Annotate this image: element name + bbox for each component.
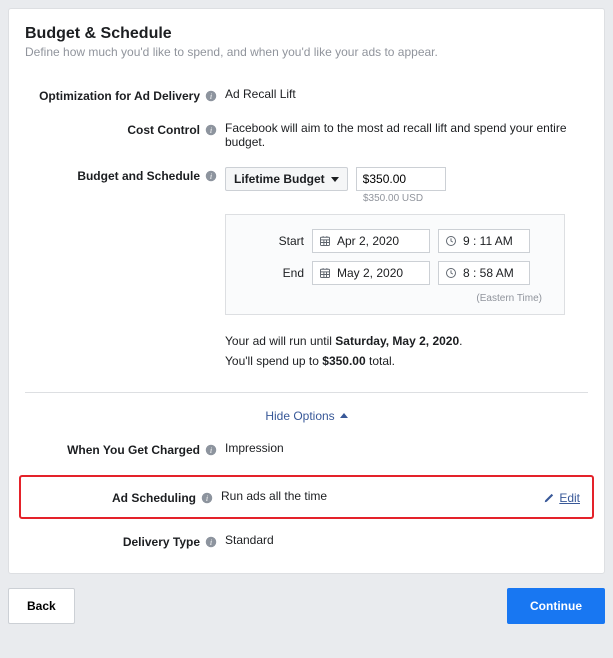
charged-label: When You Get Charged — [67, 443, 200, 457]
ad-scheduling-row: Ad Scheduling i Run ads all the time — [21, 489, 582, 505]
footer-actions: Back Continue — [8, 588, 605, 624]
section-subtitle: Define how much you'd like to spend, and… — [25, 45, 588, 59]
info-icon[interactable]: i — [201, 492, 213, 504]
section-title: Budget & Schedule — [25, 25, 588, 43]
budget-amount-input[interactable] — [356, 167, 446, 191]
schedule-box: Start Apr 2, 2020 9 : 11 AM — [225, 214, 565, 315]
start-time-input[interactable]: 9 : 11 AM — [438, 229, 530, 253]
charged-row: When You Get Charged i Impression — [25, 441, 588, 457]
clock-icon — [445, 235, 457, 247]
start-date-input[interactable]: Apr 2, 2020 — [312, 229, 430, 253]
end-label: End — [244, 266, 304, 280]
budget-schedule-row: Budget and Schedule i Lifetime Budget $3… — [25, 167, 588, 372]
info-icon[interactable]: i — [205, 444, 217, 456]
delivery-type-row: Delivery Type i Standard — [25, 533, 588, 549]
hide-options-toggle[interactable]: Hide Options — [25, 393, 588, 441]
optimization-label: Optimization for Ad Delivery — [39, 89, 200, 103]
calendar-icon — [319, 267, 331, 279]
run-info: Your ad will run until Saturday, May 2, … — [225, 331, 588, 372]
info-icon[interactable]: i — [205, 90, 217, 102]
optimization-value: Ad Recall Lift — [225, 87, 588, 101]
cost-control-value: Facebook will aim to the most ad recall … — [225, 121, 588, 149]
end-date-input[interactable]: May 2, 2020 — [312, 261, 430, 285]
spend-up-to: $350.00 — [322, 354, 365, 368]
optimization-row: Optimization for Ad Delivery i Ad Recall… — [25, 87, 588, 103]
start-label: Start — [244, 234, 304, 248]
info-icon[interactable]: i — [205, 536, 217, 548]
budget-type-dropdown[interactable]: Lifetime Budget — [225, 167, 348, 191]
charged-value: Impression — [225, 441, 588, 455]
info-icon[interactable]: i — [205, 124, 217, 136]
chevron-down-icon — [331, 177, 339, 182]
clock-icon — [445, 267, 457, 279]
chevron-up-icon — [340, 413, 348, 418]
ad-scheduling-label: Ad Scheduling — [112, 491, 196, 505]
budget-schedule-label: Budget and Schedule — [77, 169, 200, 183]
edit-ad-scheduling-link[interactable]: Edit — [543, 491, 580, 505]
budget-type-label: Lifetime Budget — [234, 172, 325, 186]
cost-control-label: Cost Control — [127, 123, 200, 137]
cost-control-row: Cost Control i Facebook will aim to the … — [25, 121, 588, 149]
end-time-input[interactable]: 8 : 58 AM — [438, 261, 530, 285]
back-button[interactable]: Back — [8, 588, 75, 624]
continue-button[interactable]: Continue — [507, 588, 605, 624]
run-until-date: Saturday, May 2, 2020 — [335, 334, 459, 348]
timezone-label: (Eastern Time) — [244, 293, 542, 304]
info-icon[interactable]: i — [205, 170, 217, 182]
ad-scheduling-highlight: Ad Scheduling i Run ads all the time Edi… — [19, 475, 594, 519]
pencil-icon — [543, 492, 555, 504]
ad-scheduling-value: Run ads all the time — [221, 489, 582, 503]
budget-schedule-card: Budget & Schedule Define how much you'd … — [8, 8, 605, 574]
budget-amount-hint: $350.00 USD — [363, 193, 588, 204]
delivery-type-value: Standard — [225, 533, 588, 547]
delivery-type-label: Delivery Type — [123, 535, 200, 549]
calendar-icon — [319, 235, 331, 247]
